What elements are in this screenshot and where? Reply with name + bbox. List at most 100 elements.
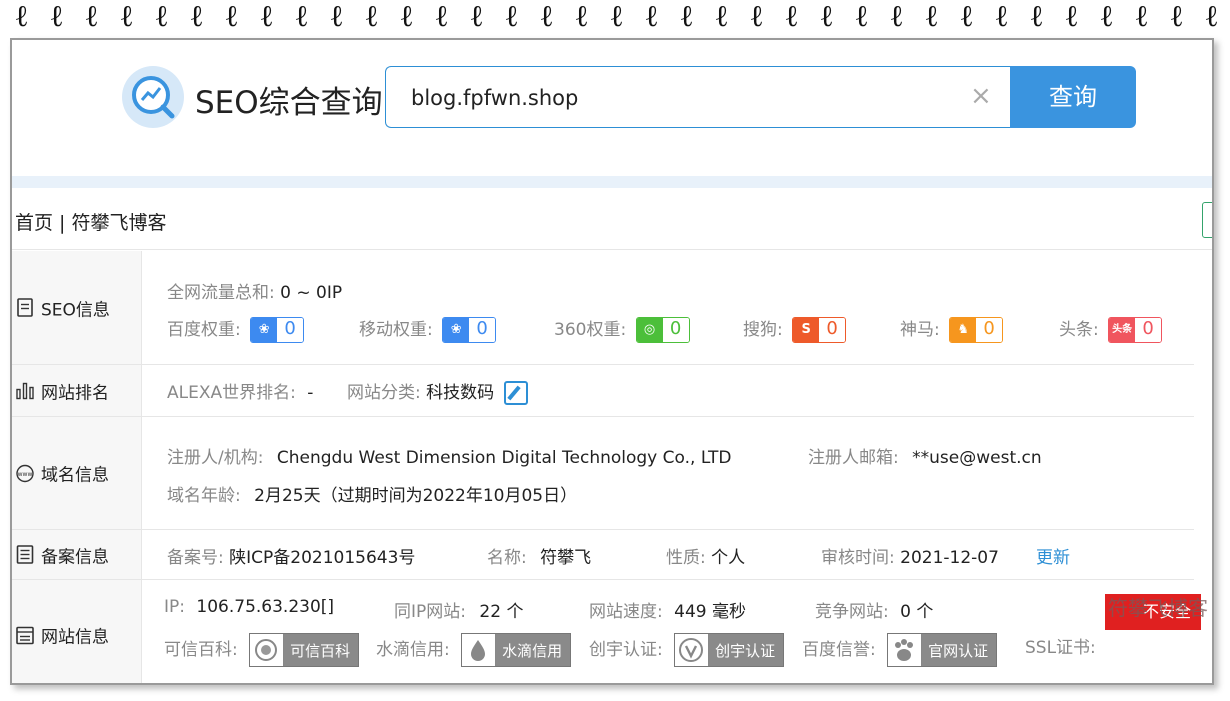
- site-info-label: 网站信息: [41, 627, 109, 648]
- binding-ring-icon: ℓ: [156, 0, 168, 34]
- icp-number: 备案号: 陕ICP备2021015643号: [167, 543, 415, 568]
- chuangyu-cert[interactable]: 创宇认证: 创宇认证: [589, 633, 785, 667]
- baidu-weight-value: 0: [277, 318, 304, 342]
- binding-ring-icon: ℓ: [611, 0, 623, 34]
- registrant: 注册人/机构: Chengdu West Dimension Digital T…: [167, 443, 731, 468]
- competitor-value: 0 个: [900, 602, 934, 622]
- binding-ring-icon: ℓ: [296, 0, 308, 34]
- sogou-weight-badge[interactable]: S 0: [792, 317, 847, 343]
- binding-ring-icon: ℓ: [716, 0, 728, 34]
- shenma-weight[interactable]: 神马: ♞ 0: [900, 315, 1004, 343]
- binding-ring-icon: ℓ: [961, 0, 973, 34]
- binding-ring-icon: ℓ: [856, 0, 868, 34]
- icp-update-link[interactable]: 更新: [1036, 543, 1070, 568]
- icp-type-label: 性质:: [666, 548, 706, 568]
- shuidi-badge-text: 水滴信用: [502, 641, 563, 660]
- baidu-credit[interactable]: 百度信誉: 官网认证: [802, 633, 998, 667]
- svg-text:www: www: [18, 471, 33, 478]
- icp-review-time: 审核时间: 2021-12-07: [821, 543, 999, 568]
- 360-weight-label: 360权重:: [554, 320, 627, 340]
- binding-ring-icon: ℓ: [121, 0, 133, 34]
- sogou-weight[interactable]: 搜狗: S 0: [743, 315, 847, 343]
- binding-ring-icon: ℓ: [1171, 0, 1183, 34]
- icp-name-label: 名称:: [487, 548, 527, 568]
- sogou-weight-label: 搜狗:: [743, 320, 783, 340]
- kexin-baike[interactable]: 可信百科: 可信百科: [164, 633, 360, 667]
- ip-label: IP:: [164, 597, 185, 617]
- baidu-weight[interactable]: 百度权重: ❀ 0: [167, 315, 305, 343]
- notebook-ring-binding: ℓℓℓℓℓℓℓℓℓℓℓℓℓℓℓℓℓℓℓℓℓℓℓℓℓℓℓℓℓℓℓℓℓℓℓ: [0, 0, 1230, 40]
- toutiao-weight[interactable]: 头条: 头条 0: [1059, 315, 1163, 343]
- registrant-label: 注册人/机构:: [167, 448, 264, 468]
- email-label: 注册人邮箱:: [808, 448, 899, 468]
- mobile-weight[interactable]: 移动权重: ❀ 0: [359, 315, 497, 343]
- age-label: 域名年龄:: [167, 486, 241, 506]
- search-button[interactable]: 查询: [1010, 66, 1136, 128]
- search-header: SEO综合查询 × 查询: [12, 40, 1212, 176]
- site-info-row: 网站信息 IP: 106.75.63.230[] 同IP网站: 22 个 网站速…: [12, 580, 1194, 683]
- 360-icon: ◎: [636, 318, 663, 342]
- binding-ring-icon: ℓ: [786, 0, 798, 34]
- binding-ring-icon: ℓ: [681, 0, 693, 34]
- speed-value: 449 毫秒: [674, 602, 746, 622]
- binding-ring-icon: ℓ: [1101, 0, 1113, 34]
- binding-ring-icon: ℓ: [16, 0, 28, 34]
- chuangyu-label: 创宇认证:: [589, 640, 663, 660]
- rank-label: 网站排名: [41, 383, 109, 403]
- binding-ring-icon: ℓ: [261, 0, 273, 34]
- toutiao-weight-value: 0: [1135, 318, 1162, 342]
- baidu-paw-icon: ❀: [251, 318, 278, 342]
- toutiao-weight-badge[interactable]: 头条 0: [1108, 317, 1163, 343]
- chuangyu-badge-text: 创宇认证: [715, 641, 776, 660]
- competitor-label: 竞争网站:: [815, 602, 889, 622]
- side-toggle-button[interactable]: [1202, 202, 1212, 238]
- page-title[interactable]: 首页 | 符攀飞博客: [15, 208, 166, 235]
- document-icon: [15, 298, 35, 318]
- same-ip-sites: 同IP网站: 22 个: [394, 597, 523, 622]
- 360-weight[interactable]: 360权重: ◎ 0: [554, 315, 690, 343]
- baidu-credit-label: 百度信誉:: [802, 640, 876, 660]
- shenma-weight-label: 神马:: [900, 320, 940, 340]
- chuangyu-badge[interactable]: 创宇认证: [674, 633, 785, 667]
- baidu-weight-label: 百度权重:: [167, 320, 241, 340]
- icp-name-value: 符攀飞: [540, 548, 592, 568]
- toutiao-icon: 头条: [1109, 318, 1136, 342]
- toutiao-weight-label: 头条:: [1059, 320, 1099, 340]
- domain-label: 域名信息: [41, 465, 109, 486]
- binding-ring-icon: ℓ: [646, 0, 658, 34]
- baidu-paw-icon: ❀: [443, 318, 470, 342]
- page-frame: SEO综合查询 × 查询 首页 | 符攀飞博客 SEO信息 全网流量总和: 0 …: [10, 38, 1214, 685]
- icp-label: 备案信息: [41, 547, 109, 567]
- kexin-badge[interactable]: 可信百科: [249, 633, 360, 667]
- binding-ring-icon: ℓ: [821, 0, 833, 34]
- bar-chart-icon: [15, 381, 35, 401]
- category-label: 网站分类:: [347, 383, 421, 403]
- binding-ring-icon: ℓ: [86, 0, 98, 34]
- baidu-weight-badge[interactable]: ❀ 0: [250, 317, 305, 343]
- seo-info-label-cell: SEO信息: [12, 251, 142, 364]
- icp-review-value: 2021-12-07: [900, 548, 999, 568]
- mobile-weight-badge[interactable]: ❀ 0: [442, 317, 497, 343]
- binding-ring-icon: ℓ: [331, 0, 343, 34]
- binding-ring-icon: ℓ: [471, 0, 483, 34]
- icp-type: 性质: 个人: [666, 543, 745, 568]
- title-row: 首页 | 符攀飞博客: [12, 188, 1212, 250]
- clear-icon[interactable]: ×: [970, 81, 992, 111]
- edit-icon[interactable]: [503, 381, 528, 405]
- 360-weight-badge[interactable]: ◎ 0: [635, 317, 690, 343]
- shenma-weight-badge[interactable]: ♞ 0: [949, 317, 1004, 343]
- registrant-email: 注册人邮箱: **use@west.cn: [808, 443, 1042, 468]
- site-info-label-cell: 网站信息: [12, 580, 142, 683]
- kexin-badge-text: 可信百科: [290, 641, 351, 660]
- seo-logo-icon: [122, 66, 184, 128]
- mobile-weight-value: 0: [469, 318, 496, 342]
- rank-row: 网站排名 ALEXA世界排名: - 网站分类: 科技数码: [12, 365, 1194, 417]
- search-input[interactable]: [411, 83, 951, 113]
- icp-row: 备案信息 备案号: 陕ICP备2021015643号 名称: 符攀飞 性质: 个…: [12, 530, 1194, 580]
- baidu-credit-badge[interactable]: 官网认证: [887, 633, 998, 667]
- shuidi-credit[interactable]: 水滴信用: 水滴信用: [376, 633, 572, 667]
- icp-number-label: 备案号:: [167, 548, 224, 568]
- binding-ring-icon: ℓ: [1206, 0, 1218, 34]
- binding-ring-icon: ℓ: [401, 0, 413, 34]
- shuidi-badge[interactable]: 水滴信用: [461, 633, 572, 667]
